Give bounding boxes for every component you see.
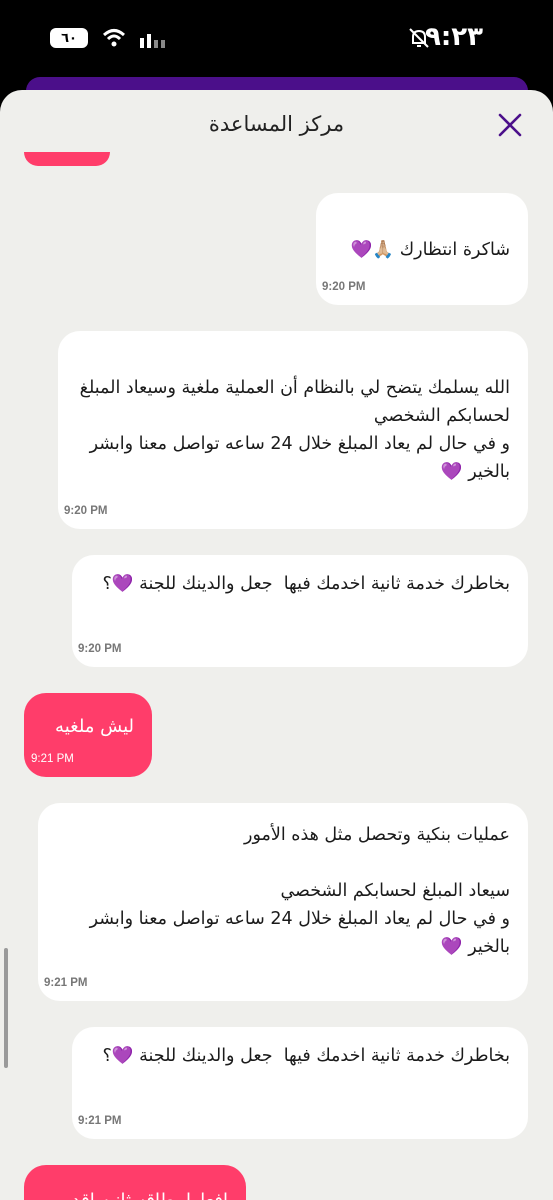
page-title: مركز المساعدة: [208, 112, 345, 136]
message-text: الله يسلمك يتضح لي بالنظام أن العملية مل…: [79, 378, 510, 482]
wifi-icon: [102, 29, 126, 47]
message-time: 9:21 PM: [78, 1115, 122, 1127]
agent-message-bubble: عمليات بنكية وتحصل مثل هذه الأمور سيعاد …: [38, 803, 528, 1001]
message-text: شاكرة انتظارك 🙏🏼💜: [350, 240, 510, 260]
agent-message-bubble: بخاطرك خدمة ثانية اخدمك فيها جعل والدينك…: [72, 555, 528, 667]
sheet-header: مركز المساعدة: [0, 90, 553, 160]
close-icon[interactable]: [497, 112, 523, 138]
agent-message-bubble: شاكرة انتظارك 🙏🏼💜 9:20 PM: [316, 193, 528, 305]
message-text: ليش ملغيه: [55, 716, 134, 737]
scrollbar-thumb[interactable]: [4, 948, 8, 1068]
status-bar: ٦٠ ٩:٢٣: [0, 0, 553, 80]
agent-message-bubble: بخاطرك خدمة ثانية اخدمك فيها جعل والدينك…: [72, 1027, 528, 1139]
user-message-bubble: افعلها بطاقه ثانيه اقدر: [24, 1165, 246, 1200]
help-center-sheet: مركز المساعدة شاكرة انتظارك 🙏🏼💜 9:20 PM …: [0, 90, 553, 1200]
message-time: 9:21 PM: [44, 977, 88, 989]
user-message-bubble: ليش ملغيه 9:21 PM: [24, 693, 152, 777]
message-text: عمليات بنكية وتحصل مثل هذه الأمور سيعاد …: [89, 825, 510, 957]
message-text: بخاطرك خدمة ثانية اخدمك فيها جعل والدينك…: [102, 574, 510, 594]
message-text: بخاطرك خدمة ثانية اخدمك فيها جعل والدينك…: [102, 1046, 510, 1066]
agent-message-bubble: الله يسلمك يتضح لي بالنظام أن العملية مل…: [58, 331, 528, 529]
message-text: افعلها بطاقه ثانيه اقدر: [42, 1165, 228, 1200]
message-time: 9:20 PM: [322, 281, 366, 293]
status-time: ٩:٢٣: [424, 22, 483, 52]
battery-icon: ٦٠: [50, 28, 88, 48]
message-time: 9:20 PM: [78, 643, 122, 655]
status-icons: ٦٠: [50, 28, 166, 48]
signal-icon: [140, 34, 165, 48]
message-time: 9:20 PM: [64, 505, 108, 517]
user-message-bubble-partial: [24, 152, 110, 166]
message-time: 9:21 PM: [31, 753, 74, 765]
